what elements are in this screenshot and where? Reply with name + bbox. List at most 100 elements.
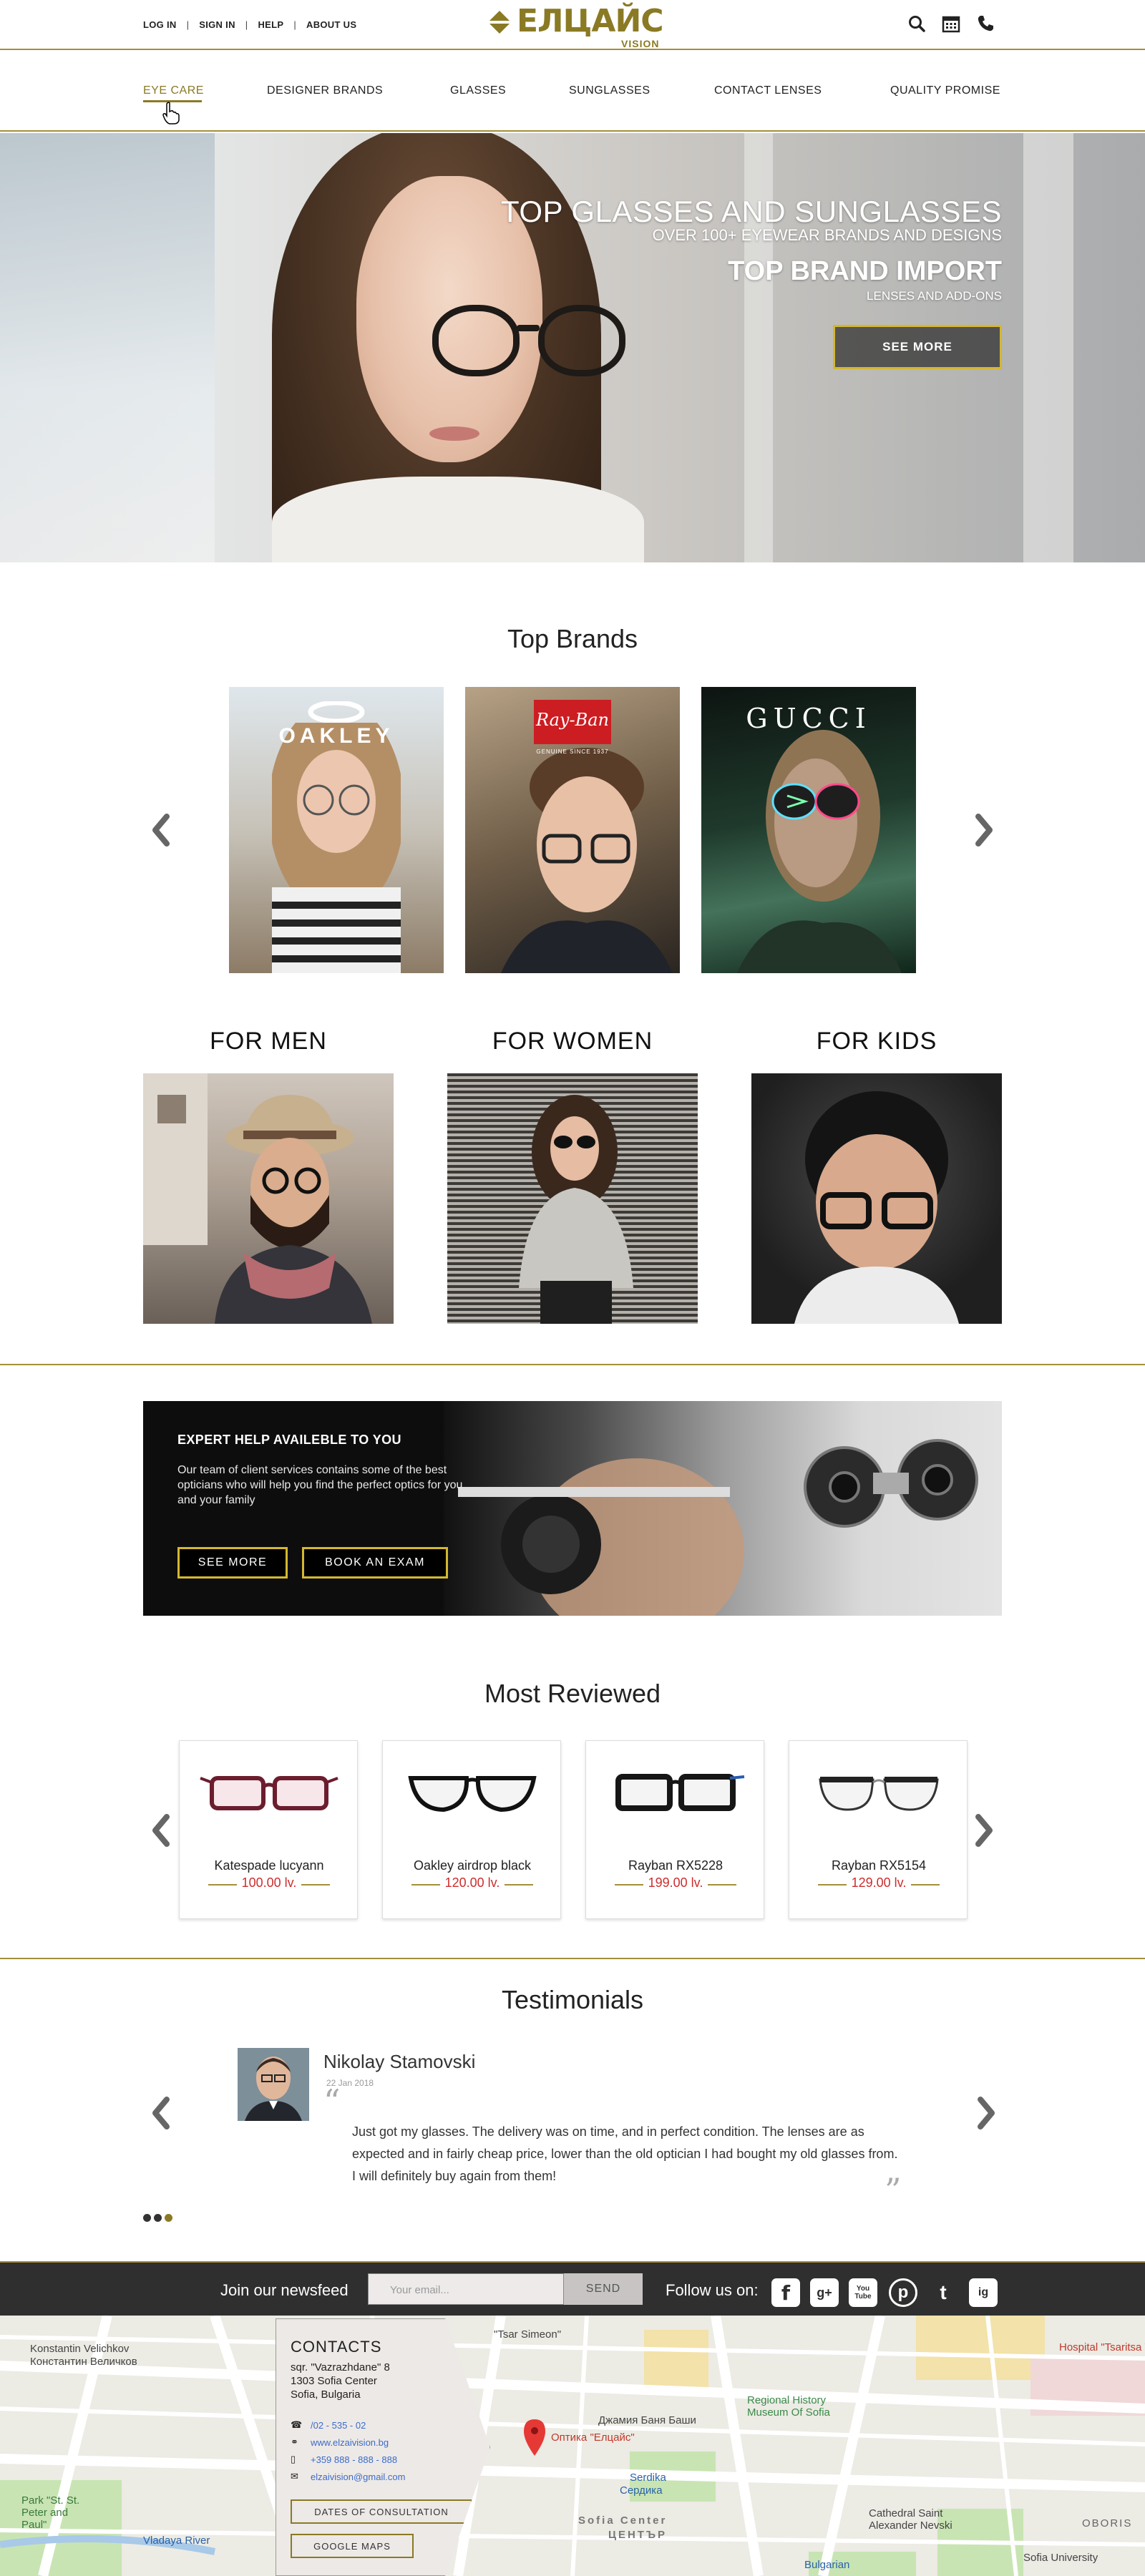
product-glasses-image <box>615 1774 745 1811</box>
google-maps-button[interactable]: GOOGLE MAPS <box>291 2534 414 2558</box>
youtube-icon[interactable]: You Tube <box>849 2278 877 2307</box>
products-next-arrow-icon[interactable] <box>970 1813 998 1848</box>
category-card-kids[interactable] <box>751 1073 1002 1324</box>
category-card-women[interactable] <box>447 1073 698 1324</box>
product-name: Rayban RX5154 <box>831 1858 927 1873</box>
map-label: Sofia University <box>1023 2552 1098 2564</box>
testimonials-heading: Testimonials <box>501 1985 644 2014</box>
pagination-dot[interactable] <box>143 2214 151 2222</box>
hero-background-window <box>0 133 215 562</box>
nav-contact-lenses[interactable]: CONTACT LENSES <box>714 84 822 97</box>
google-plus-icon[interactable]: g+ <box>810 2278 839 2307</box>
map-label: Regional History Museum Of Sofia <box>747 2394 830 2419</box>
pinterest-icon[interactable]: p <box>889 2278 917 2307</box>
logo-mark <box>487 11 512 34</box>
hero-glasses-bridge <box>517 325 540 331</box>
contacts-card: CONTACTS sqr. "Vazrazhdane" 8 1303 Sofia… <box>276 2318 490 2576</box>
category-women-image <box>519 1095 633 1324</box>
testimonial-pagination <box>143 2214 172 2222</box>
follow-us-label: Follow us on: <box>666 2281 759 2299</box>
product-card[interactable]: Oakley airdrop black 120.00 lv. <box>382 1740 561 1919</box>
map-label: Serdika <box>630 2472 666 2484</box>
nav-eye-care[interactable]: EYE CARE <box>143 84 204 97</box>
map-label: OBORIS <box>1082 2517 1133 2529</box>
contacts-address: sqr. "Vazrazhdane" 8 1303 Sofia Center S… <box>291 2361 390 2401</box>
contact-email: elzaivision@gmail.com <box>311 2471 406 2482</box>
expert-see-more-button[interactable]: SEE MORE <box>177 1547 288 1579</box>
nav-sunglasses[interactable]: SUNGLASSES <box>569 84 650 97</box>
close-quote-icon: ” <box>885 2171 902 2210</box>
testimonial-text: Just got my glasses. The delivery was on… <box>352 2124 898 2183</box>
brands-prev-arrow-icon[interactable] <box>147 812 175 848</box>
product-price: 129.00 lv. <box>851 1875 907 1890</box>
brand-model-image <box>737 730 902 973</box>
hero-subtitle-secondary: LENSES AND ADD-ONS <box>867 289 1002 303</box>
expert-help-banner: EXPERT HELP AVAILEBLE TO YOU Our team of… <box>143 1401 1002 1616</box>
contact-web-row[interactable]: ⚭ www.elzaivision.bg <box>291 2436 389 2448</box>
newsletter-email-input[interactable]: Your email... <box>368 2273 564 2305</box>
nav-glasses[interactable]: GLASSES <box>450 84 506 97</box>
category-title-men: FOR MEN <box>210 1028 327 1055</box>
reviewer-avatar <box>238 2048 309 2121</box>
contact-email-row[interactable]: ✉ elzaivision@gmail.com <box>291 2471 405 2482</box>
rayban-logo: Ray-Ban <box>534 700 611 744</box>
product-name: Rayban RX5228 <box>628 1858 723 1873</box>
facebook-icon[interactable]: f <box>771 2278 800 2307</box>
about-us-link[interactable]: ABOUT US <box>306 19 356 30</box>
map-label: "Tsar Simeon" <box>494 2328 562 2341</box>
instagram-icon[interactable]: ig <box>969 2278 998 2307</box>
map-label: Bulgarian <box>804 2559 850 2571</box>
hero-model-lips <box>429 426 479 441</box>
newsletter-send-button[interactable]: SEND <box>564 2273 643 2305</box>
nav-quality-promise[interactable]: QUALITY PROMISE <box>890 84 1000 97</box>
expert-help-text: Our team of client services contains som… <box>177 1464 463 1506</box>
product-card[interactable]: Rayban RX5228 199.00 lv. <box>585 1740 764 1919</box>
book-exam-button[interactable]: BOOK AN EXAM <box>302 1547 448 1579</box>
hero-subtitle: OVER 100+ EYEWEAR BRANDS AND DESIGNS <box>652 226 1002 244</box>
oakley-logo-icon <box>308 701 365 723</box>
map-label: Konstantin Velichkov <box>30 2343 130 2355</box>
products-prev-arrow-icon[interactable] <box>147 1813 175 1848</box>
calendar-icon[interactable] <box>942 14 960 33</box>
twitter-icon[interactable]: t <box>929 2278 958 2307</box>
location-map[interactable]: Konstantin Velichkov Константин Величков… <box>0 2316 1145 2576</box>
pagination-dot[interactable] <box>154 2214 162 2222</box>
newsletter-label: Join our newsfeed <box>220 2281 349 2299</box>
logo-subtitle: VISION <box>621 38 660 49</box>
product-price: 100.00 lv. <box>241 1875 297 1890</box>
contact-mobile-row[interactable]: ▯ +359 888 - 888 - 888 <box>291 2454 397 2465</box>
brand-card-gucci[interactable]: GUCCI <box>701 687 916 973</box>
contacts-title: CONTACTS <box>291 2338 382 2356</box>
testimonials-next-arrow-icon[interactable] <box>972 2095 1000 2131</box>
brand-card-oakley[interactable]: OAKLEY <box>229 687 444 973</box>
dates-of-consultation-button[interactable]: DATES OF CONSULTATION <box>291 2499 472 2524</box>
hero-title: TOP GLASSES AND SUNGLASSES <box>500 195 1002 228</box>
search-icon[interactable] <box>907 14 926 33</box>
brand-name-rayban: Ray-Ban <box>536 710 609 730</box>
section-divider <box>0 1958 1145 1959</box>
logo-text: ЕЛЦАЙС <box>517 3 664 39</box>
contact-phone-row[interactable]: ☎ /02 - 535 - 02 <box>291 2419 366 2431</box>
separator: | <box>293 19 297 30</box>
phone-icon[interactable] <box>976 14 995 33</box>
category-card-men[interactable] <box>143 1073 394 1324</box>
brands-next-arrow-icon[interactable] <box>970 812 998 848</box>
pagination-dot-active[interactable] <box>165 2214 172 2222</box>
product-name: Katespade lucyann <box>214 1858 324 1873</box>
mail-icon: ✉ <box>291 2471 298 2482</box>
hero-see-more-button[interactable]: SEE MORE <box>833 325 1002 369</box>
nav-designer-brands[interactable]: DESIGNER BRANDS <box>267 84 383 97</box>
newsletter-bar: Join our newsfeed Your email... SEND Fol… <box>0 2261 1145 2316</box>
product-card[interactable]: Katespade lucyann 100.00 lv. <box>179 1740 358 1919</box>
signin-link[interactable]: SIGN IN <box>199 19 235 30</box>
brand-card-rayban[interactable]: Ray-Ban GENUINE SINCE 1937 <box>465 687 680 973</box>
logo[interactable]: ЕЛЦАЙС VISION <box>485 3 664 49</box>
hero-title-secondary: TOP BRAND IMPORT <box>728 256 1002 286</box>
login-link[interactable]: LOG IN <box>143 19 177 30</box>
map-label: Sofia Center <box>578 2514 668 2527</box>
product-card[interactable]: Rayban RX5154 129.00 lv. <box>789 1740 968 1919</box>
help-link[interactable]: HELP <box>258 19 283 30</box>
brand-name-gucci: GUCCI <box>746 703 872 734</box>
testimonials-prev-arrow-icon[interactable] <box>147 2095 175 2131</box>
map-label: Hospital "Tsaritsa Yoanna" <box>1059 2341 1145 2353</box>
